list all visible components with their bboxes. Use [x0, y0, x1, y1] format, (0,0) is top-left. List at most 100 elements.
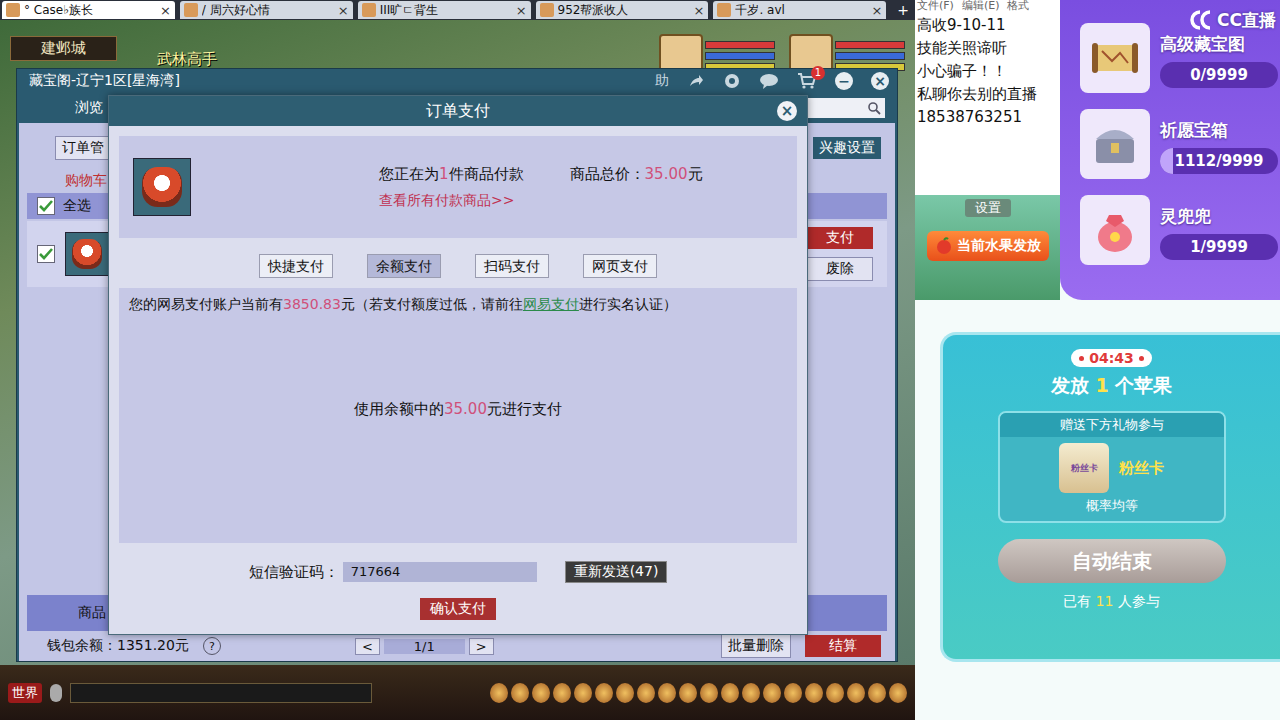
- settings-button[interactable]: 设置: [965, 199, 1011, 217]
- order-manage-button[interactable]: 订单管: [55, 136, 111, 160]
- notepad-menu: 文件(F) 编辑(E) 格式: [917, 0, 1058, 14]
- sms-code-input[interactable]: 717664: [343, 562, 537, 582]
- batch-delete-button[interactable]: 批量删除: [721, 634, 791, 658]
- minimize-button[interactable]: −: [835, 72, 853, 90]
- close-tab-button[interactable]: ×: [516, 3, 527, 18]
- view-all-link[interactable]: 查看所有付款商品>>: [379, 192, 514, 210]
- game-menu-icon[interactable]: [490, 683, 508, 703]
- task-count: 0/9999: [1190, 66, 1248, 84]
- game-menu-icon[interactable]: [847, 683, 865, 703]
- confirm-pay-button[interactable]: 确认支付: [420, 598, 496, 620]
- close-button[interactable]: ×: [871, 72, 889, 90]
- payment-method-tab[interactable]: 网页支付: [583, 254, 657, 278]
- participants: 已有 11 人参与: [1063, 593, 1160, 611]
- game-menu-icon[interactable]: [553, 683, 571, 703]
- checkout-button[interactable]: 结算: [805, 635, 881, 657]
- close-button[interactable]: ×: [777, 101, 797, 121]
- summary-text: 您正在为1件商品付款商品总价：35.00元查看所有付款商品>>: [191, 165, 797, 210]
- gift-icon: [1080, 23, 1150, 93]
- netease-pay-link[interactable]: 网易支付: [523, 296, 579, 312]
- chat-channel[interactable]: 世界: [8, 683, 42, 703]
- npc-name[interactable]: 武林高手: [157, 50, 217, 69]
- new-tab-button[interactable]: +: [891, 2, 915, 18]
- game-menu-icon[interactable]: [511, 683, 529, 703]
- client-tab[interactable]: 952帮派收人×: [536, 1, 709, 19]
- game-menu-icon[interactable]: [595, 683, 613, 703]
- gift-task[interactable]: 高级藏宝图 0/9999: [1080, 22, 1280, 94]
- game-menu-icon[interactable]: [679, 683, 697, 703]
- menu-item[interactable]: 编辑(E): [962, 0, 1000, 14]
- client-tab[interactable]: / 周六好心情×: [180, 1, 353, 19]
- gift-task[interactable]: 祈愿宝箱1112/9999: [1080, 108, 1280, 180]
- auto-end-button[interactable]: 自动结束: [998, 539, 1226, 583]
- menu-item[interactable]: 格式: [1007, 0, 1029, 14]
- game-menu-icon[interactable]: [784, 683, 802, 703]
- client-tab[interactable]: ° Case♭族长×: [2, 1, 175, 19]
- search-field[interactable]: [805, 98, 885, 118]
- game-menu-icon[interactable]: [826, 683, 844, 703]
- gift-panel: 赠送下方礼物参与粉丝卡粉丝卡概率均等: [998, 411, 1226, 523]
- chat-icon[interactable]: [759, 72, 779, 90]
- game-menu-icon[interactable]: [721, 683, 739, 703]
- fruit-banner[interactable]: 当前水果发放: [927, 231, 1049, 261]
- game-menu-icon[interactable]: [763, 683, 781, 703]
- game-menu-icon[interactable]: [805, 683, 823, 703]
- cart-button[interactable]: 1: [797, 72, 817, 90]
- game-menu-icon[interactable]: [574, 683, 592, 703]
- game-menu-icon[interactable]: [616, 683, 634, 703]
- dialog-body: 您正在为1件商品付款商品总价：35.00元查看所有付款商品>> 快捷支付 余额支付 扫…: [109, 126, 807, 620]
- share-icon[interactable]: [687, 72, 705, 90]
- game-toolbar: [490, 683, 907, 703]
- help-button[interactable]: 助: [655, 72, 669, 90]
- game-menu-icon[interactable]: [742, 683, 760, 703]
- next-page-button[interactable]: >: [469, 638, 494, 655]
- close-tab-button[interactable]: ×: [338, 3, 349, 18]
- pet-icon[interactable]: [65, 232, 109, 276]
- fan-card-icon[interactable]: 粉丝卡: [1059, 443, 1109, 493]
- microphone-icon[interactable]: [50, 684, 62, 702]
- interest-settings-button[interactable]: 兴趣设置: [813, 137, 881, 159]
- client-tab[interactable]: III旷ㄷ背生×: [358, 1, 531, 19]
- game-menu-icon[interactable]: [637, 683, 655, 703]
- item-checkbox[interactable]: [37, 245, 55, 263]
- game-menu-icon[interactable]: [658, 683, 676, 703]
- close-tab-button[interactable]: ×: [694, 3, 705, 18]
- game-menu-icon[interactable]: [889, 683, 907, 703]
- payment-method-tab[interactable]: 余额支付: [367, 254, 441, 278]
- discard-button[interactable]: 废除: [807, 257, 873, 281]
- sms-row: 短信验证码：717664重新发送(47): [119, 560, 797, 584]
- nav-tab[interactable]: 浏览: [75, 99, 103, 117]
- task-count: 1112/9999: [1175, 152, 1264, 170]
- gift-name: 粉丝卡: [1119, 459, 1164, 478]
- chest-icon: [1088, 117, 1142, 171]
- menu-item[interactable]: 文件(F): [917, 0, 954, 14]
- column-header: 商品: [78, 604, 106, 622]
- game-menu-icon[interactable]: [700, 683, 718, 703]
- client-tab[interactable]: 千岁. avl×: [713, 1, 886, 19]
- confirm-row: 确认支付: [119, 598, 797, 620]
- pay-button[interactable]: 支付: [807, 227, 873, 249]
- cart-badge: 1: [811, 66, 825, 80]
- help-icon[interactable]: ?: [203, 637, 221, 655]
- title-toolbar: 助 1−×: [655, 72, 889, 90]
- task-name: 高级藏宝图: [1160, 33, 1278, 56]
- search-icon[interactable]: [867, 101, 881, 115]
- map-name[interactable]: 建邺城: [10, 36, 117, 61]
- footer: 钱包余额：1351.20元?<1/1>批量删除结算: [19, 631, 895, 661]
- hp-bar: [835, 41, 905, 49]
- chat-input[interactable]: [70, 683, 372, 703]
- gift-icon: [1080, 195, 1150, 265]
- game-menu-icon[interactable]: [868, 683, 886, 703]
- prev-page-button[interactable]: <: [355, 638, 380, 655]
- pager: <1/1>: [355, 638, 494, 655]
- resend-button[interactable]: 重新发送(47): [565, 561, 668, 583]
- payment-method-tab[interactable]: 扫码支付: [475, 254, 549, 278]
- game-menu-icon[interactable]: [532, 683, 550, 703]
- close-tab-button[interactable]: ×: [871, 3, 882, 18]
- close-tab-button[interactable]: ×: [160, 3, 171, 18]
- payment-method-tab[interactable]: 快捷支付: [259, 254, 333, 278]
- select-all-label: 全选: [63, 197, 91, 215]
- record-icon[interactable]: [723, 72, 741, 90]
- gift-task[interactable]: 灵兜兜1/9999: [1080, 194, 1280, 266]
- select-all-checkbox[interactable]: [37, 197, 55, 215]
